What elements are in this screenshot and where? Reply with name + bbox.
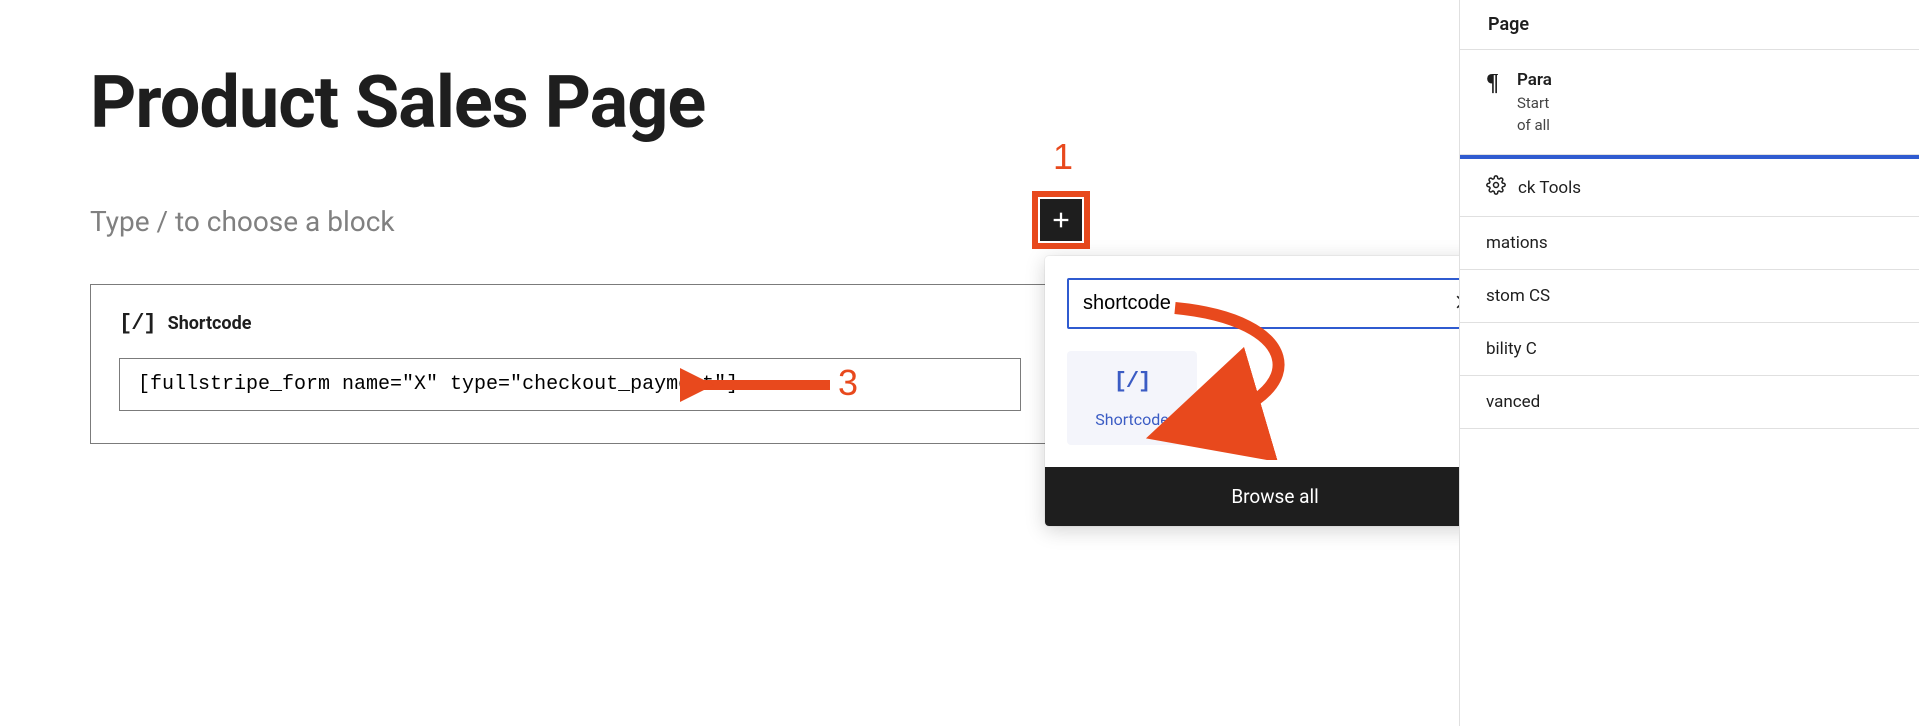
block-meta: Para Start of all bbox=[1517, 70, 1552, 134]
block-meta-desc-1: Start bbox=[1517, 94, 1552, 112]
sidebar-section-animations[interactable]: mations bbox=[1460, 217, 1919, 270]
plus-icon bbox=[1050, 209, 1072, 231]
block-placeholder[interactable]: Type / to choose a block bbox=[90, 205, 1050, 238]
inserter-search-wrap bbox=[1067, 278, 1483, 329]
page-title[interactable]: Product Sales Page bbox=[90, 60, 1050, 145]
block-meta-desc-2: of all bbox=[1517, 116, 1552, 134]
settings-sidebar: Page ¶ Para Start of all ck Tools mation… bbox=[1459, 0, 1919, 726]
sidebar-section-list: ck Tools mations stom CS bility C vanced bbox=[1460, 155, 1919, 429]
sidebar-section-tools[interactable]: ck Tools bbox=[1460, 159, 1919, 217]
sidebar-section-label: ck Tools bbox=[1518, 178, 1581, 198]
sidebar-section-label: mations bbox=[1486, 233, 1548, 253]
inserter-result-shortcode[interactable]: [/] Shortcode bbox=[1067, 351, 1197, 445]
editor-canvas: Product Sales Page Type / to choose a bl… bbox=[90, 60, 1050, 444]
gear-icon bbox=[1486, 175, 1506, 200]
block-info-panel: ¶ Para Start of all bbox=[1460, 50, 1919, 155]
inserter-search-input[interactable] bbox=[1067, 278, 1483, 329]
sidebar-section-label: vanced bbox=[1486, 392, 1540, 412]
sidebar-section-visibility[interactable]: bility C bbox=[1460, 323, 1919, 376]
add-block-button[interactable] bbox=[1040, 199, 1082, 241]
sidebar-section-label: bility C bbox=[1486, 339, 1537, 359]
block-meta-title: Para bbox=[1517, 70, 1552, 90]
inserter-result-label: Shortcode bbox=[1095, 410, 1169, 429]
shortcode-block-header: [/] Shortcode bbox=[119, 311, 1021, 336]
browse-all-button[interactable]: Browse all bbox=[1045, 467, 1505, 526]
empty-block-row: Type / to choose a block bbox=[90, 205, 1050, 238]
shortcode-icon: [/] bbox=[1114, 369, 1151, 394]
shortcode-input[interactable] bbox=[119, 358, 1021, 411]
annotation-number-1: 1 bbox=[1053, 136, 1073, 178]
shortcode-block-label: Shortcode bbox=[168, 313, 252, 334]
shortcode-icon: [/] bbox=[119, 311, 156, 336]
pilcrow-icon: ¶ bbox=[1486, 70, 1499, 134]
shortcode-block[interactable]: [/] Shortcode bbox=[90, 284, 1050, 444]
sidebar-tabs: Page bbox=[1460, 0, 1919, 50]
sidebar-section-custom-css[interactable]: stom CS bbox=[1460, 270, 1919, 323]
add-block-highlight bbox=[1032, 191, 1090, 249]
popover-body: [/] Shortcode bbox=[1045, 256, 1505, 467]
block-inserter-popover: [/] Shortcode Browse all bbox=[1045, 256, 1505, 526]
sidebar-section-advanced[interactable]: vanced bbox=[1460, 376, 1919, 429]
sidebar-section-label: stom CS bbox=[1486, 286, 1550, 306]
tab-page[interactable]: Page bbox=[1488, 14, 1529, 35]
